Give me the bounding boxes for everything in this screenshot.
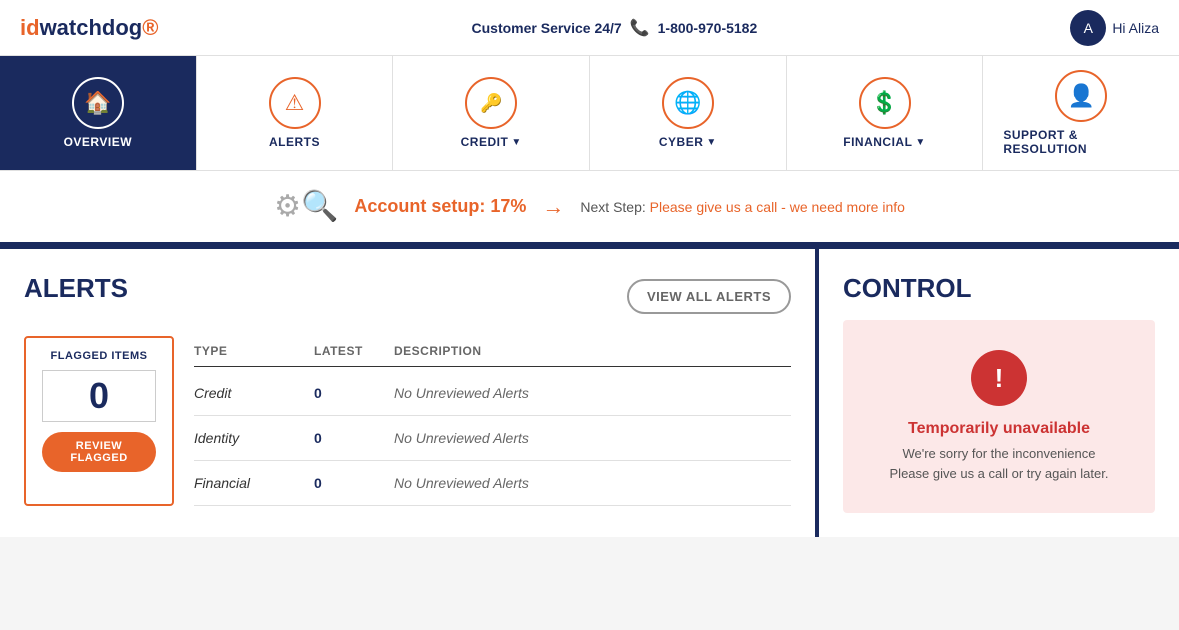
main-content: ALERTS VIEW ALL ALERTS FLAGGED ITEMS 0 R… (0, 249, 1179, 537)
flagged-label: FLAGGED ITEMS (42, 350, 156, 362)
table-row: Credit 0 No Unreviewed Alerts (194, 371, 791, 416)
nav-label-cyber: CYBER ▼ (659, 135, 717, 149)
user-area: A Hi Aliza (1070, 10, 1159, 46)
col-description: DESCRIPTION (394, 344, 791, 358)
chevron-down-icon: ▼ (511, 137, 521, 148)
setup-text: Account setup: 17% (354, 196, 526, 217)
control-title: CONTROL (843, 273, 1155, 304)
overview-icon: 🏠 (72, 77, 124, 129)
setup-next-step: Next Step: Please give us a call - we ne… (580, 199, 905, 215)
alerts-table: TYPE LATEST DESCRIPTION Credit 0 No Unre… (194, 336, 791, 506)
customer-service-label: Customer Service 24/7 (472, 20, 622, 36)
alerts-inner: FLAGGED ITEMS 0 REVIEW FLAGGED TYPE LATE… (24, 336, 791, 506)
flagged-items-box: FLAGGED ITEMS 0 REVIEW FLAGGED (24, 336, 174, 506)
row-desc-financial: No Unreviewed Alerts (394, 475, 791, 491)
row-type-identity: Identity (194, 430, 314, 446)
row-desc-credit: No Unreviewed Alerts (394, 385, 791, 401)
nav-label-financial: FINANCIAL ▼ (843, 135, 926, 149)
flagged-count: 0 (42, 370, 156, 422)
main-wrapper: ALERTS VIEW ALL ALERTS FLAGGED ITEMS 0 R… (0, 245, 1179, 537)
logo-watchdog: watchdog (40, 15, 143, 40)
control-section: CONTROL ! Temporarily unavailable We're … (819, 249, 1179, 537)
financial-icon: 💲 (859, 77, 911, 129)
phone-icon: 📞 (630, 18, 650, 38)
table-row: Identity 0 No Unreviewed Alerts (194, 416, 791, 461)
row-desc-identity: No Unreviewed Alerts (394, 430, 791, 446)
settings-icon: ⚙🔍 (274, 189, 338, 224)
col-latest: LATEST (314, 344, 394, 358)
nav-label-alerts: ALERTS (269, 135, 320, 149)
col-type: TYPE (194, 344, 314, 358)
arrow-right-icon: → (542, 194, 564, 220)
header: idwatchdog® Customer Service 24/7 📞 1-80… (0, 0, 1179, 56)
nav-item-cyber[interactable]: 🌐 CYBER ▼ (590, 56, 787, 170)
row-count-financial: 0 (314, 475, 394, 491)
unavailable-title: Temporarily unavailable (863, 420, 1135, 438)
nav-item-support[interactable]: 👤 SUPPORT & RESOLUTION (983, 56, 1179, 170)
nav-label-support: SUPPORT & RESOLUTION (1003, 128, 1159, 156)
row-type-financial: Financial (194, 475, 314, 491)
table-header: TYPE LATEST DESCRIPTION (194, 336, 791, 367)
setup-next-link[interactable]: Please give us a call - we need more inf… (650, 199, 905, 215)
logo: idwatchdog® (20, 15, 158, 41)
nav-item-credit[interactable]: 🔑 CREDIT ▼ (393, 56, 590, 170)
cyber-icon: 🌐 (662, 77, 714, 129)
alerts-title: ALERTS (24, 273, 128, 304)
nav-item-overview[interactable]: 🏠 OVERVIEW (0, 56, 197, 170)
chevron-down-icon: ▼ (706, 137, 716, 148)
logo-dot: ® (142, 15, 158, 40)
row-count-identity: 0 (314, 430, 394, 446)
alerts-icon: ⚠ (269, 77, 321, 129)
error-icon: ! (971, 350, 1027, 406)
user-greeting: Hi Aliza (1112, 20, 1159, 36)
unavailable-desc: We're sorry for the inconvenience Please… (863, 444, 1135, 483)
support-icon: 👤 (1055, 70, 1107, 122)
control-unavailable-box: ! Temporarily unavailable We're sorry fo… (843, 320, 1155, 513)
nav-item-alerts[interactable]: ⚠ ALERTS (197, 56, 394, 170)
row-count-credit: 0 (314, 385, 394, 401)
logo-id: id (20, 15, 40, 40)
customer-service: Customer Service 24/7 📞 1-800-970-5182 (472, 18, 758, 38)
main-nav: 🏠 OVERVIEW ⚠ ALERTS 🔑 CREDIT ▼ 🌐 CYBER ▼… (0, 56, 1179, 171)
chevron-down-icon: ▼ (915, 137, 925, 148)
phone-link[interactable]: 1-800-970-5182 (658, 20, 758, 36)
review-flagged-button[interactable]: REVIEW FLAGGED (42, 432, 156, 472)
table-row: Financial 0 No Unreviewed Alerts (194, 461, 791, 506)
view-all-alerts-button[interactable]: VIEW ALL ALERTS (627, 279, 791, 314)
nav-label-overview: OVERVIEW (64, 135, 132, 149)
setup-percent: 17% (490, 196, 526, 216)
setup-bar: ⚙🔍 Account setup: 17% → Next Step: Pleas… (0, 171, 1179, 245)
alerts-section: ALERTS VIEW ALL ALERTS FLAGGED ITEMS 0 R… (0, 249, 819, 537)
nav-item-financial[interactable]: 💲 FINANCIAL ▼ (787, 56, 984, 170)
row-type-credit: Credit (194, 385, 314, 401)
nav-label-credit: CREDIT ▼ (461, 135, 522, 149)
credit-icon: 🔑 (465, 77, 517, 129)
avatar: A (1070, 10, 1106, 46)
